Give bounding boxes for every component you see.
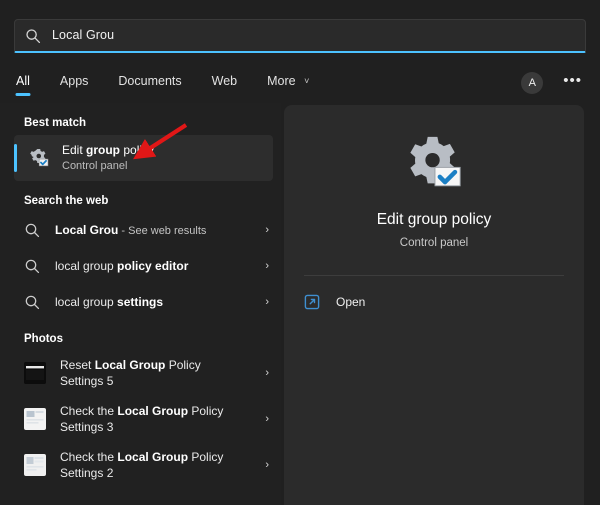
- web-result-query: Local Grou: [55, 223, 118, 237]
- web-result-label: Local Grou - See web results: [55, 222, 255, 239]
- web-result-hint: - See web results: [118, 225, 206, 237]
- best-match-text: Edit group policy Control panel: [62, 144, 154, 172]
- preview-panel: Edit group policy Control panel Open: [284, 105, 584, 505]
- avatar-initial: A: [529, 77, 536, 89]
- photo-result-label: Check the Local Group Policy Settings 3: [60, 403, 255, 435]
- search-icon: [24, 294, 41, 311]
- results-column: Best match Edit group policy Control pan…: [0, 103, 281, 505]
- photo-label-bold: Local Group: [117, 450, 188, 464]
- filter-tabbar: All Apps Documents Web More ˅ A •••: [14, 68, 586, 98]
- photo-label-prefix: Reset: [60, 358, 95, 372]
- web-result-prefix: local group: [55, 259, 117, 273]
- chevron-down-icon: ˅: [304, 76, 309, 86]
- photo-label-prefix: Check the: [60, 450, 117, 464]
- tab-apps[interactable]: Apps: [58, 71, 91, 96]
- chevron-right-icon: ›: [255, 413, 269, 425]
- tab-apps-label: Apps: [60, 74, 89, 88]
- web-result-item[interactable]: local group policy editor ›: [0, 249, 281, 283]
- tab-all[interactable]: All: [14, 71, 32, 96]
- best-match-title-suffix: policy: [120, 143, 154, 157]
- gear-check-icon: [403, 133, 465, 195]
- web-result-prefix: local group: [55, 295, 117, 309]
- gear-check-icon: [28, 147, 50, 169]
- search-icon: [24, 222, 41, 239]
- open-external-icon: [304, 294, 320, 310]
- search-box[interactable]: Local Grou: [14, 19, 586, 53]
- web-result-label: local group settings: [55, 294, 255, 310]
- preview-icon-wrap: [284, 133, 584, 195]
- photo-thumbnail: [24, 454, 46, 476]
- photo-thumbnail: [24, 362, 46, 384]
- web-result-bold: policy editor: [117, 259, 188, 273]
- chevron-right-icon: ›: [255, 459, 269, 471]
- web-result-bold: settings: [117, 295, 163, 309]
- chevron-right-icon: ›: [255, 296, 269, 308]
- photo-result-item[interactable]: Check the Local Group Policy Settings 2 …: [0, 443, 281, 487]
- avatar[interactable]: A: [521, 72, 543, 94]
- photo-thumbnail: [24, 408, 46, 430]
- chevron-right-icon: ›: [255, 260, 269, 272]
- overflow-menu-icon[interactable]: •••: [559, 73, 586, 94]
- chevron-right-icon: ›: [255, 367, 269, 379]
- photo-result-label: Check the Local Group Policy Settings 2: [60, 449, 255, 481]
- photo-label-prefix: Check the: [60, 404, 117, 418]
- section-title-photos: Photos: [24, 333, 281, 345]
- section-title-best-match: Best match: [24, 117, 281, 129]
- tab-documents[interactable]: Documents: [116, 71, 183, 96]
- preview-title: Edit group policy: [284, 211, 584, 230]
- photo-label-bold: Local Group: [95, 358, 166, 372]
- open-action-label: Open: [336, 295, 365, 309]
- tab-all-label: All: [16, 74, 30, 88]
- best-match-subtitle: Control panel: [62, 160, 154, 173]
- preview-divider: [304, 275, 564, 276]
- web-result-item[interactable]: Local Grou - See web results ›: [0, 213, 281, 247]
- chevron-right-icon: ›: [255, 224, 269, 236]
- photo-result-item[interactable]: Reset Local Group Policy Settings 5 ›: [0, 351, 281, 395]
- search-icon: [24, 258, 41, 275]
- tab-documents-label: Documents: [118, 74, 181, 88]
- open-action-button[interactable]: Open: [304, 294, 584, 310]
- photo-result-item[interactable]: Check the Local Group Policy Settings 3 …: [0, 397, 281, 441]
- tab-web[interactable]: Web: [210, 71, 239, 96]
- search-icon: [25, 28, 41, 44]
- best-match-title-bold: group: [86, 143, 120, 157]
- best-match-item[interactable]: Edit group policy Control panel: [14, 135, 273, 181]
- web-result-item[interactable]: local group settings ›: [0, 285, 281, 319]
- preview-subtitle: Control panel: [284, 237, 584, 249]
- tab-more[interactable]: More ˅: [265, 71, 311, 96]
- tab-web-label: Web: [212, 74, 237, 88]
- best-match-title: Edit group policy: [62, 144, 154, 158]
- photo-label-bold: Local Group: [117, 404, 188, 418]
- section-title-search-the-web: Search the web: [24, 195, 281, 207]
- tab-more-label: More: [267, 74, 295, 88]
- best-match-title-prefix: Edit: [62, 143, 86, 157]
- search-input[interactable]: Local Grou: [52, 29, 114, 42]
- web-result-label: local group policy editor: [55, 258, 255, 274]
- photo-result-label: Reset Local Group Policy Settings 5: [60, 357, 255, 389]
